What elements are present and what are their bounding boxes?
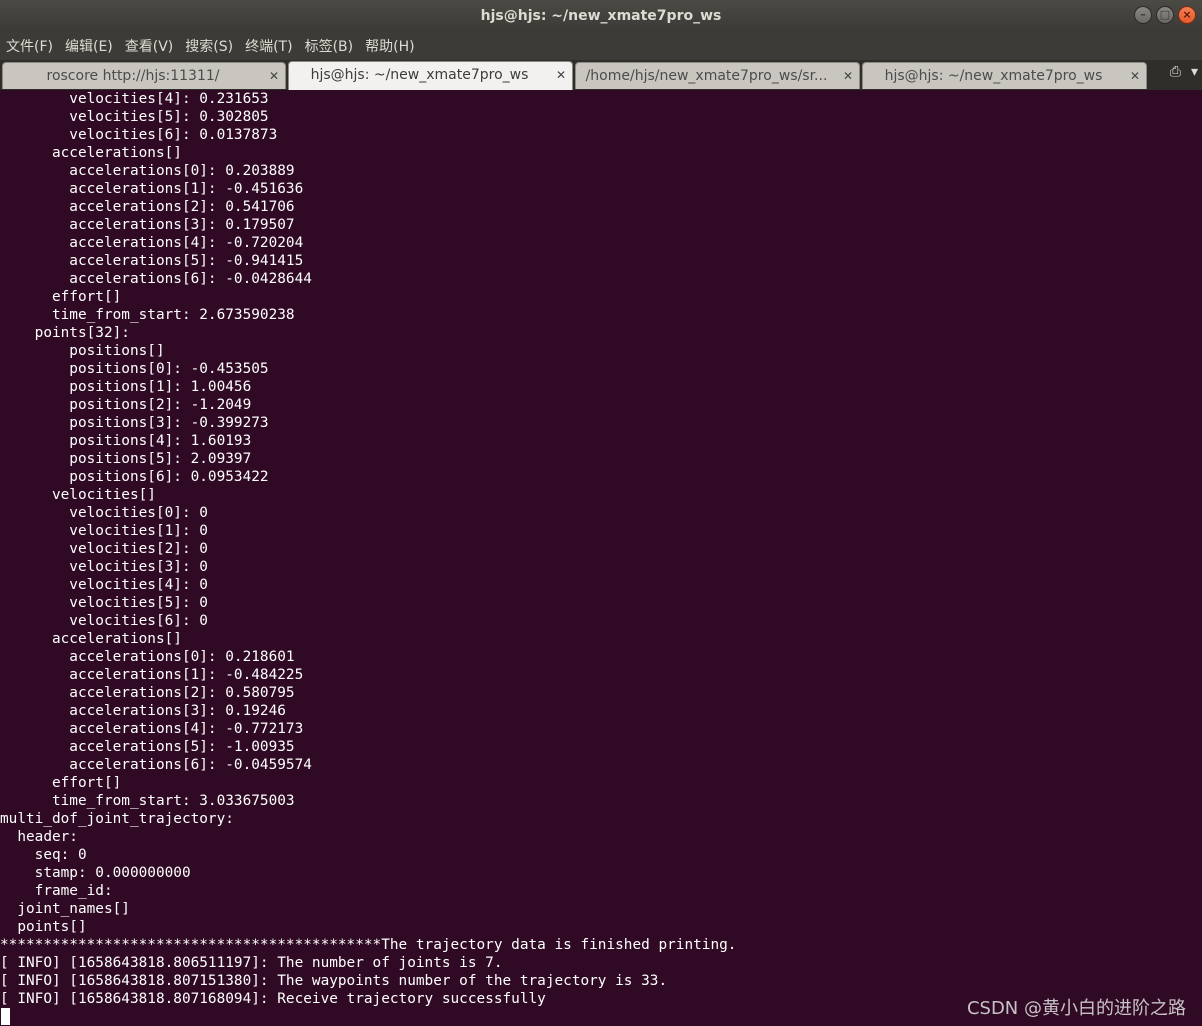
terminal-line: accelerations[3]: 0.179507 (0, 217, 295, 233)
terminal-line: accelerations[3]: 0.19246 (0, 703, 286, 719)
menu-search[interactable]: 搜索(S) (179, 36, 239, 56)
terminal-line: joint_names[] (0, 901, 130, 917)
terminal-line: accelerations[4]: -0.772173 (0, 721, 304, 737)
terminal-line: points[] (0, 919, 87, 935)
terminal-line: accelerations[1]: -0.451636 (0, 181, 304, 197)
terminal-line: positions[] (0, 343, 165, 359)
menu-help[interactable]: 帮助(H) (359, 36, 420, 56)
menu-view[interactable]: 查看(V) (119, 36, 180, 56)
tab-src-path[interactable]: /home/hjs/new_xmate7pro_ws/sr... ✕ (575, 62, 860, 89)
terminal-line: frame_id: (0, 883, 113, 899)
terminal-line: accelerations[5]: -1.00935 (0, 739, 295, 755)
tab-terminal-2[interactable]: hjs@hjs: ~/new_xmate7pro_ws ✕ (862, 62, 1147, 89)
tab-close-icon[interactable]: ✕ (1130, 63, 1140, 89)
terminal-cursor (1, 1008, 10, 1025)
terminal-line: accelerations[] (0, 145, 182, 161)
terminal-line: accelerations[6]: -0.0459574 (0, 757, 312, 773)
terminal-line: time_from_start: 3.033675003 (0, 793, 295, 809)
terminal-line: velocities[4]: 0 (0, 577, 208, 593)
terminal-line: positions[3]: -0.399273 (0, 415, 269, 431)
menu-tabs[interactable]: 标签(B) (299, 36, 360, 56)
tab-close-icon[interactable]: ✕ (269, 63, 279, 89)
tab-menu-chevron-down-icon[interactable]: ▾ (1191, 64, 1198, 80)
terminal-line: effort[] (0, 289, 122, 305)
tab-label: hjs@hjs: ~/new_xmate7pro_ws (310, 67, 529, 83)
terminal-line: time_from_start: 2.673590238 (0, 307, 295, 323)
tab-tools: ⎙ ▾ (1170, 64, 1198, 80)
terminal-line: velocities[1]: 0 (0, 523, 208, 539)
terminal-line: accelerations[4]: -0.720204 (0, 235, 304, 251)
terminal-line: positions[0]: -0.453505 (0, 361, 269, 377)
terminal-line: points[32]: (0, 325, 130, 341)
terminal-line: velocities[4]: 0.231653 (0, 91, 269, 107)
tab-label: hjs@hjs: ~/new_xmate7pro_ws (884, 68, 1103, 84)
new-tab-icon[interactable]: ⎙ (1170, 64, 1181, 80)
menu-terminal[interactable]: 终端(T) (239, 36, 298, 56)
terminal-line: velocities[6]: 0.0137873 (0, 127, 278, 143)
terminal-line: velocities[3]: 0 (0, 559, 208, 575)
terminal-line: accelerations[2]: 0.541706 (0, 199, 295, 215)
terminal-line: accelerations[6]: -0.0428644 (0, 271, 312, 287)
terminal-line: accelerations[] (0, 631, 182, 647)
terminal-line: positions[2]: -1.2049 (0, 397, 252, 413)
maximize-icon[interactable]: □ (1156, 6, 1174, 24)
terminal-line: accelerations[2]: 0.580795 (0, 685, 295, 701)
terminal-line: ****************************************… (0, 937, 737, 953)
terminal-line: positions[6]: 0.0953422 (0, 469, 269, 485)
menu-edit[interactable]: 编辑(E) (59, 36, 119, 56)
tab-label: roscore http://hjs:11311/ (46, 68, 220, 84)
tab-active-terminal[interactable]: hjs@hjs: ~/new_xmate7pro_ws ✕ (288, 61, 573, 90)
terminal-line: accelerations[0]: 0.218601 (0, 649, 295, 665)
terminal-line: header: (0, 829, 78, 845)
window-title: hjs@hjs: ~/new_xmate7pro_ws (480, 8, 722, 24)
terminal-line: velocities[6]: 0 (0, 613, 208, 629)
terminal-line: positions[1]: 1.00456 (0, 379, 252, 395)
tab-close-icon[interactable]: ✕ (843, 63, 853, 89)
minimize-icon[interactable]: – (1134, 6, 1152, 24)
terminal-line: positions[5]: 2.09397 (0, 451, 252, 467)
tab-close-icon[interactable]: ✕ (556, 62, 566, 88)
menu-bar: 文件(F) 编辑(E) 查看(V) 搜索(S) 终端(T) 标签(B) 帮助(H… (0, 32, 1202, 60)
terminal-line: velocities[5]: 0 (0, 595, 208, 611)
window-titlebar: hjs@hjs: ~/new_xmate7pro_ws – □ × (0, 0, 1202, 32)
window-controls: – □ × (1134, 6, 1196, 24)
close-icon[interactable]: × (1178, 6, 1196, 24)
terminal-output[interactable]: velocities[4]: 0.231653 velocities[5]: 0… (0, 90, 1202, 1026)
terminal-line: velocities[5]: 0.302805 (0, 109, 269, 125)
terminal-line: [ INFO] [1658643818.807151380]: The wayp… (0, 973, 668, 989)
terminal-line: [ INFO] [1658643818.806511197]: The numb… (0, 955, 503, 971)
terminal-line: accelerations[0]: 0.203889 (0, 163, 295, 179)
watermark: CSDN @黄小白的进阶之路 (966, 998, 1186, 1019)
terminal-line: seq: 0 (0, 847, 87, 863)
tab-label: /home/hjs/new_xmate7pro_ws/sr... (585, 68, 828, 84)
tab-roscore[interactable]: roscore http://hjs:11311/ ✕ (2, 62, 286, 89)
terminal-line: stamp: 0.000000000 (0, 865, 191, 881)
terminal-line: accelerations[5]: -0.941415 (0, 253, 304, 269)
terminal-line: positions[4]: 1.60193 (0, 433, 252, 449)
terminal-line: velocities[2]: 0 (0, 541, 208, 557)
terminal-line: effort[] (0, 775, 122, 791)
terminal-line: multi_dof_joint_trajectory: (0, 811, 234, 827)
terminal-line: accelerations[1]: -0.484225 (0, 667, 304, 683)
terminal-line: velocities[0]: 0 (0, 505, 208, 521)
menu-file[interactable]: 文件(F) (0, 36, 59, 56)
terminal-line: velocities[] (0, 487, 156, 503)
